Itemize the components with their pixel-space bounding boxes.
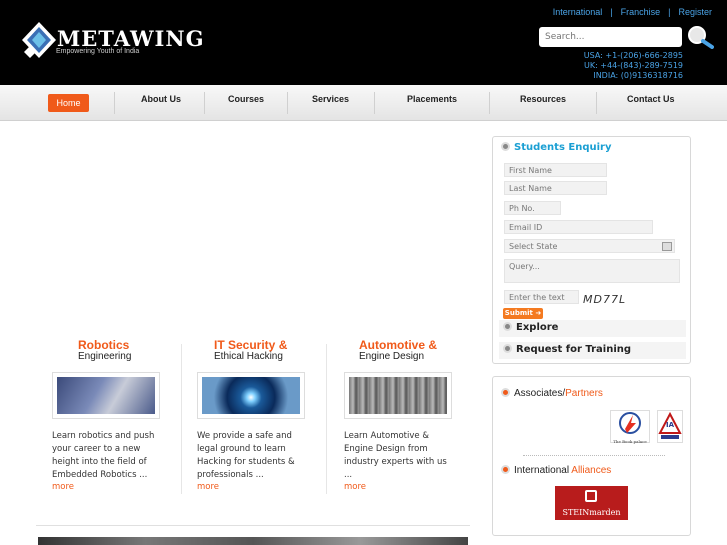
state-select[interactable]: Select State xyxy=(504,239,675,253)
bullet-icon xyxy=(501,465,510,474)
it-security-description: We provide a safe and legal ground to le… xyxy=(197,431,295,480)
register-link[interactable]: Register xyxy=(678,7,712,17)
request-training-bar[interactable]: Request for Training xyxy=(499,342,686,359)
associates-title: Associates/Partners xyxy=(501,388,603,399)
search-input[interactable] xyxy=(539,27,682,47)
column-divider xyxy=(326,344,327,494)
submit-label: Submit xyxy=(504,309,533,317)
it-security-subtitle: Ethical Hacking xyxy=(214,351,283,362)
nav-divider xyxy=(204,92,205,114)
automotive-heading[interactable]: Automotive & Engine Design xyxy=(359,338,489,362)
robotics-thumbnail[interactable] xyxy=(52,372,160,419)
it-security-more-link[interactable]: more xyxy=(197,482,219,492)
nav-placements[interactable]: Placements xyxy=(407,94,457,104)
enquiry-title-text: Students Enquiry xyxy=(514,142,612,153)
franchise-link[interactable]: Franchise xyxy=(621,7,661,17)
alliances-divider xyxy=(523,455,665,456)
phone-uk: UK: +44-(843)-289-7519 xyxy=(583,61,683,70)
bullet-icon xyxy=(501,142,510,151)
phone-numbers: USA: +1-(206)-666-2895 UK: +44-(843)-289… xyxy=(584,51,683,81)
captcha-input[interactable]: Enter the text xyxy=(504,290,579,304)
book-palace-logo[interactable]: The Book palace xyxy=(610,410,650,444)
it-security-title: IT Security & xyxy=(214,338,288,352)
explore-label: Explore xyxy=(516,322,559,333)
nav-divider xyxy=(114,92,115,114)
partners-panel: Associates/Partners The Book palace IA I… xyxy=(492,376,691,536)
international-link[interactable]: International xyxy=(553,7,603,17)
eye-image xyxy=(202,377,300,414)
query-textarea[interactable]: Query... xyxy=(504,259,680,283)
nav-divider xyxy=(489,92,490,114)
automotive-thumbnail[interactable] xyxy=(344,372,452,419)
robotics-more-link[interactable]: more xyxy=(52,482,74,492)
nav-divider xyxy=(287,92,288,114)
automotive-more-link[interactable]: more xyxy=(344,482,366,492)
steinmarden-text: STEINmarden xyxy=(562,508,621,517)
nav-divider xyxy=(374,92,375,114)
international-title: International Alliances xyxy=(501,465,611,476)
content-divider xyxy=(36,525,470,526)
robotics-description: Learn robotics and push your career to a… xyxy=(52,431,155,480)
alliances-label: Alliances xyxy=(571,465,612,476)
arrow-right-icon: ➜ xyxy=(535,309,542,317)
partners-label: Partners xyxy=(565,388,603,399)
robotics-image xyxy=(57,377,155,414)
students-enquiry-panel: Students Enquiry First Name Last Name Ph… xyxy=(492,136,691,364)
associates-label: Associates/ xyxy=(514,388,566,399)
book-palace-text: The Book palace xyxy=(613,439,647,444)
robotics-subtitle: Engineering xyxy=(78,351,132,362)
search-icon[interactable] xyxy=(686,25,714,49)
nav-contact-us[interactable]: Contact Us xyxy=(627,94,675,104)
request-training-label: Request for Training xyxy=(516,344,632,355)
bottom-banner-image xyxy=(38,537,468,545)
column-divider xyxy=(181,344,182,494)
first-name-field[interactable]: First Name xyxy=(504,163,607,177)
top-links: International | Franchise | Register xyxy=(552,7,712,17)
bullet-icon xyxy=(503,344,512,353)
nav-resources[interactable]: Resources xyxy=(520,94,566,104)
nav-services[interactable]: Services xyxy=(312,94,349,104)
engine-image xyxy=(349,377,447,414)
header: METAWING Empowering Youth of India Inter… xyxy=(0,0,727,85)
bullet-icon xyxy=(503,322,512,331)
bullet-icon xyxy=(501,388,510,397)
phone-usa: USA: +1-(206)-666-2895 xyxy=(583,51,683,60)
main-nav: Home About Us Courses Services Placement… xyxy=(0,85,727,121)
nav-divider xyxy=(596,92,597,114)
book-palace-icon xyxy=(619,412,641,434)
brand-tagline: Empowering Youth of India xyxy=(56,48,140,55)
chevron-down-icon xyxy=(662,242,672,251)
it-security-heading[interactable]: IT Security & Ethical Hacking xyxy=(214,338,344,362)
state-select-label: Select State xyxy=(509,242,558,251)
phone-field[interactable]: Ph No. xyxy=(504,201,561,215)
captcha-image: MD77L xyxy=(583,293,627,306)
lock-icon xyxy=(585,490,597,502)
submit-button[interactable]: Submit ➜ xyxy=(503,308,543,319)
phone-india: INDIA: (0)9136318716 xyxy=(593,71,683,80)
metawing-logo-icon xyxy=(22,22,56,58)
international-label: International xyxy=(514,465,570,476)
enquiry-title: Students Enquiry xyxy=(501,142,611,153)
explore-bar[interactable]: Explore xyxy=(499,320,686,337)
nav-about-us[interactable]: About Us xyxy=(141,94,181,104)
nav-courses[interactable]: Courses xyxy=(228,94,264,104)
ia-logo-text: IA xyxy=(666,421,675,429)
automotive-title: Automotive & xyxy=(359,338,437,352)
last-name-field[interactable]: Last Name xyxy=(504,181,607,195)
automotive-subtitle: Engine Design xyxy=(359,351,425,362)
nav-home[interactable]: Home xyxy=(48,94,89,112)
robotics-heading[interactable]: Robotics Engineering xyxy=(78,338,208,362)
email-field[interactable]: Email ID xyxy=(504,220,653,234)
ia-logo[interactable]: IA xyxy=(657,410,683,443)
robotics-title: Robotics xyxy=(78,338,130,352)
steinmarden-logo[interactable]: STEINmarden xyxy=(555,486,628,520)
it-security-thumbnail[interactable] xyxy=(197,372,305,419)
automotive-description: Learn Automotive & Engine Design from in… xyxy=(344,431,447,480)
